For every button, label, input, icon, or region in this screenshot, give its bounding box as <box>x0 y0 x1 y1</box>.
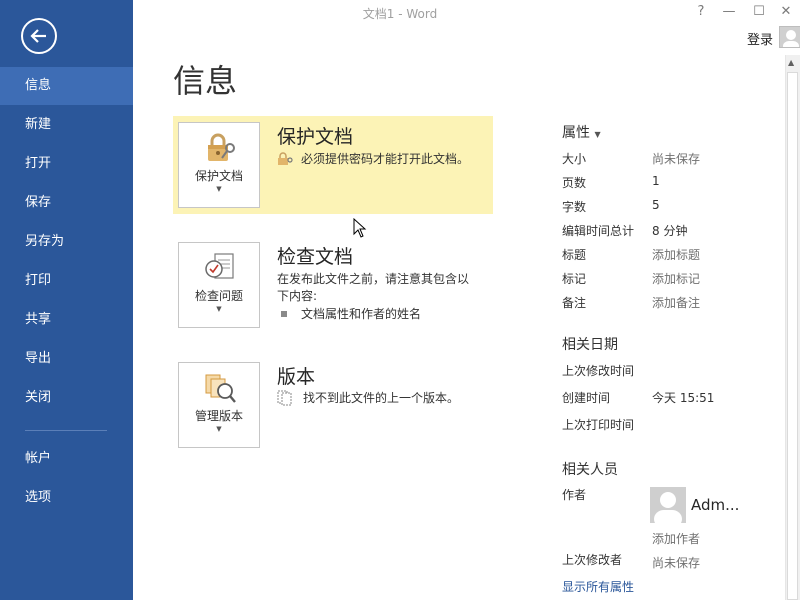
person-icon <box>783 30 799 47</box>
protect-document-button-label: 保护文档 <box>194 169 243 183</box>
prop-value-size: 尚未保存 <box>652 152 701 166</box>
versions-title: 版本 <box>277 366 316 388</box>
manage-versions-button-label: 管理版本 <box>194 409 243 423</box>
prop-label-edit-time: 编辑时间总计 <box>562 224 635 238</box>
prop-value-pages: 1 <box>652 174 660 188</box>
minimize-button[interactable]: — <box>718 4 740 19</box>
dropdown-caret-icon: ▼ <box>216 305 222 313</box>
check-issues-button-label: 检查问题 <box>194 289 243 303</box>
author-name[interactable]: Adm... <box>691 496 739 514</box>
inspect-document-text-line2: 下内容: <box>277 289 318 303</box>
last-modified-by-label: 上次修改者 <box>562 553 623 567</box>
back-button[interactable] <box>21 18 57 54</box>
manage-versions-icon <box>205 374 236 403</box>
prop-value-edit-time: 8 分钟 <box>652 224 688 238</box>
prop-label-title: 标题 <box>562 248 587 262</box>
prop-label-pages: 页数 <box>562 176 587 190</box>
inspect-document-title: 检查文档 <box>277 246 354 268</box>
page-title: 信息 <box>173 62 238 100</box>
backstage-sidebar: 信息 新建 打开 保存 另存为 打印 共享 导出 关闭 帐户 选项 <box>0 0 133 600</box>
window-title: 文档1 - Word <box>362 7 438 21</box>
last-modified-by-value: 尚未保存 <box>652 556 701 570</box>
created-value: 今天 15:51 <box>652 391 715 405</box>
close-button[interactable]: ✕ <box>775 4 797 19</box>
prop-label-comments: 备注 <box>562 296 587 310</box>
created-label: 创建时间 <box>562 391 611 405</box>
prop-value-words: 5 <box>652 198 660 212</box>
protect-document-button[interactable]: 保护文档 ▼ <box>178 122 260 208</box>
inspect-document-icon <box>205 253 234 279</box>
nav-item-save[interactable]: 保存 <box>0 184 133 222</box>
login-link[interactable]: 登录 <box>747 29 773 48</box>
protect-document-text: 必须提供密码才能打开此文档。 <box>301 152 470 166</box>
inspect-document-bullet: 文档属性和作者的姓名 <box>301 307 422 321</box>
versions-section: 管理版本 ▼ 版本 找不到此文件的上一个版本。 <box>173 356 493 454</box>
nav-item-new[interactable]: 新建 <box>0 106 133 144</box>
dropdown-caret-icon: ▼ <box>216 185 222 193</box>
scrollbar-thumb[interactable] <box>787 72 798 600</box>
add-title-field[interactable]: 添加标题 <box>652 246 700 263</box>
lock-key-icon <box>208 133 235 161</box>
related-dates-title: 相关日期 <box>562 337 618 353</box>
nav-item-print[interactable]: 打印 <box>0 262 133 300</box>
check-issues-button[interactable]: 检查问题 ▼ <box>178 242 260 328</box>
nav-item-info[interactable]: 信息 <box>0 67 133 105</box>
user-avatar[interactable] <box>779 26 800 48</box>
dropdown-caret-icon: ▼ <box>216 425 222 433</box>
prop-label-size: 大小 <box>562 152 587 166</box>
protect-document-section: 保护文档 ▼ 保护文档 必须提供密码才能打开此文档。 <box>173 116 493 214</box>
show-all-properties-link[interactable]: 显示所有属性 <box>562 578 634 595</box>
person-icon <box>654 492 682 523</box>
prop-label-tags: 标记 <box>562 272 587 286</box>
last-printed-label: 上次打印时间 <box>562 418 635 432</box>
inspect-document-section: 检查问题 ▼ 检查文档 在发布此文件之前，请注意其包含以 下内容: 文档属性和作… <box>173 236 493 334</box>
manage-versions-button[interactable]: 管理版本 ▼ <box>178 362 260 448</box>
properties-header[interactable]: 属性 ▼ <box>562 122 601 142</box>
mouse-cursor-icon <box>353 218 367 238</box>
help-button[interactable]: ? <box>690 4 712 19</box>
author-label: 作者 <box>562 488 587 502</box>
nav-item-close[interactable]: 关闭 <box>0 379 133 417</box>
last-modified-label: 上次修改时间 <box>562 364 635 378</box>
document-versions-icon <box>277 390 292 406</box>
small-lock-key-icon <box>278 152 293 165</box>
protect-document-title: 保护文档 <box>277 126 354 148</box>
properties-header-label: 属性 <box>562 125 590 141</box>
bullet-icon <box>281 311 287 317</box>
chevron-down-icon: ▼ <box>594 130 601 139</box>
author-avatar[interactable] <box>650 487 686 523</box>
nav-item-account[interactable]: 帐户 <box>0 440 133 478</box>
nav-item-share[interactable]: 共享 <box>0 301 133 339</box>
nav-item-open[interactable]: 打开 <box>0 145 133 183</box>
related-people-title: 相关人员 <box>562 462 618 478</box>
add-author-field[interactable]: 添加作者 <box>652 530 700 547</box>
inspect-document-text-line1: 在发布此文件之前，请注意其包含以 <box>277 272 470 286</box>
prop-label-words: 字数 <box>562 200 587 214</box>
back-arrow-icon <box>30 29 46 43</box>
nav-item-options[interactable]: 选项 <box>0 479 133 517</box>
add-comments-field[interactable]: 添加备注 <box>652 294 700 311</box>
nav-item-save-as[interactable]: 另存为 <box>0 223 133 261</box>
scroll-up-arrow-icon[interactable]: ▲ <box>788 58 794 67</box>
nav-item-export[interactable]: 导出 <box>0 340 133 378</box>
versions-text: 找不到此文件的上一个版本。 <box>303 391 460 405</box>
add-tags-field[interactable]: 添加标记 <box>652 270 700 287</box>
nav-separator <box>25 430 107 431</box>
maximize-button[interactable]: ☐ <box>748 4 770 19</box>
